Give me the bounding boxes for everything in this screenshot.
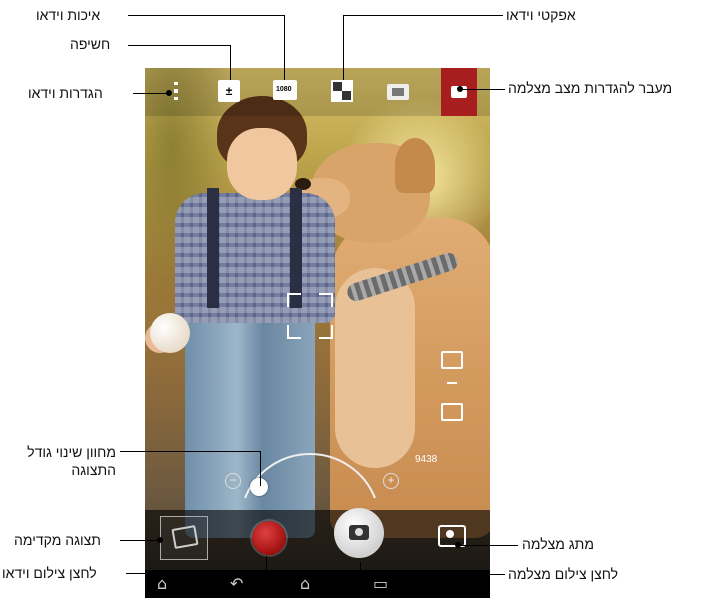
dog-ear <box>395 138 435 193</box>
camera-mode-settings-button[interactable] <box>441 68 477 116</box>
callout-exposure: חשיפה <box>70 36 111 52</box>
video-quality-icon[interactable]: 1080 <box>273 80 297 100</box>
callout-dot <box>457 86 463 92</box>
callout-line <box>230 45 231 80</box>
focus-corner <box>319 325 333 339</box>
capture-photo-button[interactable] <box>334 508 384 558</box>
callout-line <box>343 15 503 16</box>
camera-switch-button[interactable] <box>438 525 466 547</box>
callout-line <box>128 45 230 46</box>
callout-video-quality: איכות וידאו <box>36 7 101 23</box>
callout-line <box>266 556 267 573</box>
callout-zoom-slider: מחוון שינוי גודל התצוגה <box>27 444 116 478</box>
record-video-button[interactable] <box>252 521 286 555</box>
callout-line <box>458 545 518 546</box>
focus-corner <box>319 293 333 307</box>
callout-dot <box>157 537 163 543</box>
callout-preview: תצוגה מקדימה <box>14 532 101 548</box>
callout-camera-mode-settings: מעבר להגדרות מצב מצלמה <box>508 80 673 96</box>
up-icon[interactable]: ⌂ <box>157 574 167 594</box>
camera-icon <box>349 525 369 540</box>
boy-suspender-left <box>207 188 219 308</box>
dot <box>174 96 178 100</box>
home-icon[interactable]: ⌂ <box>300 574 310 594</box>
callout-video-effects: אפקטי וידאו <box>506 7 576 23</box>
callout-line <box>128 15 284 16</box>
callout-line <box>260 451 261 486</box>
callout-line <box>460 89 505 90</box>
quality-label: 1080 <box>276 86 292 93</box>
boy-suspender-right <box>290 188 302 308</box>
callout-video-button: לחצן צילום וידאו <box>2 565 97 581</box>
top-toolbar: ± 1080 <box>145 68 490 116</box>
zoom-in-icon[interactable]: + <box>383 473 399 489</box>
recent-apps-icon[interactable]: ▭ <box>373 574 388 594</box>
callout-video-settings: הגדרות וידאו <box>28 85 103 101</box>
video-size-icon[interactable] <box>441 351 463 369</box>
dot <box>174 89 178 93</box>
storage-counter: 9438 <box>415 454 438 465</box>
camera-viewfinder[interactable]: ± 1080 9438 − + ⌂ ↶ ⌂ ▭ <box>145 68 490 598</box>
video-effects-icon[interactable] <box>331 80 353 102</box>
storage-icon[interactable] <box>441 403 463 421</box>
callout-line <box>120 451 260 452</box>
callout-line <box>126 573 266 574</box>
callout-line <box>360 574 505 575</box>
callout-dot <box>166 90 172 96</box>
ball <box>150 313 190 353</box>
callout-camera-button: לחצן צילום מצלמה <box>508 566 619 582</box>
gallery-icon <box>171 525 199 549</box>
zoom-out-icon[interactable]: − <box>225 473 241 489</box>
exposure-icon[interactable]: ± <box>218 80 240 102</box>
divider <box>447 382 457 384</box>
callout-dot <box>455 542 461 548</box>
focus-corner <box>287 325 301 339</box>
callout-line <box>133 93 169 94</box>
back-icon[interactable]: ↶ <box>230 574 243 594</box>
callout-line <box>284 15 285 80</box>
focus-frame <box>287 293 333 339</box>
callout-line <box>343 15 344 80</box>
filmstrip-icon[interactable] <box>387 84 409 100</box>
callout-camera-toggle: מתג מצלמה <box>522 536 594 552</box>
preview-thumbnail[interactable] <box>160 516 208 560</box>
callout-line <box>360 562 361 574</box>
boy-face <box>227 128 297 200</box>
callout-line <box>120 540 160 541</box>
dot <box>174 82 178 86</box>
focus-corner <box>287 293 301 307</box>
zoom-slider-handle[interactable] <box>250 478 268 496</box>
